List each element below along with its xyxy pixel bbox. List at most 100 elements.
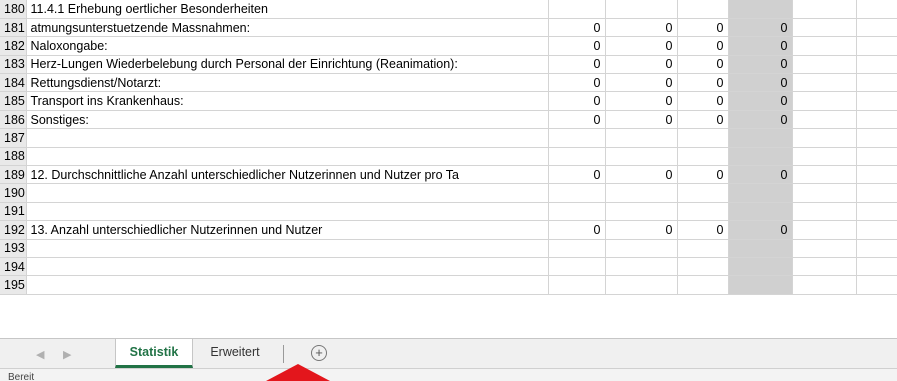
row-number[interactable]: 184 bbox=[0, 73, 27, 93]
label-cell[interactable] bbox=[26, 239, 549, 258]
empty-cell[interactable] bbox=[792, 183, 857, 203]
value-cell[interactable]: 0 bbox=[605, 165, 678, 185]
plus-circle-icon[interactable]: + bbox=[311, 345, 327, 361]
empty-cell[interactable] bbox=[856, 239, 897, 258]
triangle-right-icon[interactable]: ▶ bbox=[63, 348, 71, 361]
value-cell[interactable] bbox=[605, 202, 678, 222]
empty-cell[interactable] bbox=[856, 165, 897, 185]
value-cell[interactable] bbox=[677, 183, 729, 203]
value-cell[interactable] bbox=[677, 239, 729, 258]
value-cell[interactable] bbox=[548, 128, 606, 148]
empty-cell[interactable] bbox=[792, 0, 857, 19]
row-number[interactable]: 180 bbox=[0, 0, 27, 19]
empty-cell[interactable] bbox=[792, 91, 857, 111]
row-number[interactable]: 194 bbox=[0, 257, 27, 277]
label-cell[interactable] bbox=[26, 202, 549, 222]
empty-cell[interactable] bbox=[856, 73, 897, 93]
label-cell[interactable]: Transport ins Krankenhaus: bbox=[26, 91, 549, 111]
row-number[interactable]: 181 bbox=[0, 18, 27, 38]
value-cell[interactable]: 0 bbox=[605, 36, 678, 56]
empty-cell[interactable] bbox=[856, 183, 897, 203]
value-cell[interactable] bbox=[605, 0, 678, 19]
empty-cell[interactable] bbox=[792, 18, 857, 38]
row-number[interactable]: 191 bbox=[0, 202, 27, 222]
value-cell[interactable]: 0 bbox=[677, 73, 729, 93]
row-number[interactable]: 186 bbox=[0, 110, 27, 130]
value-cell[interactable] bbox=[548, 147, 606, 167]
empty-cell[interactable] bbox=[792, 165, 857, 185]
empty-cell[interactable] bbox=[792, 275, 857, 295]
empty-cell[interactable] bbox=[856, 275, 897, 295]
row-number[interactable]: 183 bbox=[0, 55, 27, 75]
empty-cell[interactable] bbox=[792, 257, 857, 277]
label-cell[interactable]: 13. Anzahl unterschiedlicher Nutzerinnen… bbox=[26, 220, 549, 240]
value-cell[interactable]: 0 bbox=[548, 36, 606, 56]
value-cell[interactable] bbox=[728, 239, 793, 258]
row-number[interactable]: 185 bbox=[0, 91, 27, 111]
value-cell[interactable]: 0 bbox=[605, 18, 678, 38]
label-cell[interactable] bbox=[26, 147, 549, 167]
empty-cell[interactable] bbox=[856, 220, 897, 240]
value-cell[interactable] bbox=[605, 183, 678, 203]
label-cell[interactable] bbox=[26, 128, 549, 148]
value-cell[interactable]: 0 bbox=[677, 55, 729, 75]
value-cell[interactable]: 0 bbox=[728, 110, 793, 130]
value-cell[interactable] bbox=[677, 202, 729, 222]
empty-cell[interactable] bbox=[792, 110, 857, 130]
value-cell[interactable] bbox=[605, 147, 678, 167]
empty-cell[interactable] bbox=[792, 239, 857, 258]
value-cell[interactable]: 0 bbox=[548, 55, 606, 75]
value-cell[interactable] bbox=[728, 275, 793, 295]
empty-cell[interactable] bbox=[792, 128, 857, 148]
value-cell[interactable]: 0 bbox=[677, 165, 729, 185]
value-cell[interactable] bbox=[548, 257, 606, 277]
value-cell[interactable] bbox=[728, 257, 793, 277]
value-cell[interactable]: 0 bbox=[605, 73, 678, 93]
value-cell[interactable] bbox=[728, 202, 793, 222]
empty-cell[interactable] bbox=[792, 202, 857, 222]
value-cell[interactable] bbox=[677, 147, 729, 167]
value-cell[interactable]: 0 bbox=[677, 36, 729, 56]
value-cell[interactable] bbox=[677, 128, 729, 148]
triangle-left-icon[interactable]: ◀ bbox=[36, 348, 44, 361]
value-cell[interactable]: 0 bbox=[728, 73, 793, 93]
value-cell[interactable]: 0 bbox=[605, 110, 678, 130]
label-cell[interactable] bbox=[26, 257, 549, 277]
value-cell[interactable] bbox=[605, 239, 678, 258]
row-number[interactable]: 195 bbox=[0, 275, 27, 295]
row-number[interactable]: 192 bbox=[0, 220, 27, 240]
empty-cell[interactable] bbox=[792, 55, 857, 75]
label-cell[interactable]: Sonstiges: bbox=[26, 110, 549, 130]
empty-cell[interactable] bbox=[856, 128, 897, 148]
tab-erweitert[interactable]: Erweitert bbox=[196, 339, 274, 368]
row-number[interactable]: 187 bbox=[0, 128, 27, 148]
label-cell[interactable]: 11.4.1 Erhebung oertlicher Besonderheite… bbox=[26, 0, 549, 19]
row-number[interactable]: 188 bbox=[0, 147, 27, 167]
row-number[interactable]: 189 bbox=[0, 165, 27, 185]
label-cell[interactable] bbox=[26, 183, 549, 203]
value-cell[interactable]: 0 bbox=[548, 220, 606, 240]
value-cell[interactable] bbox=[728, 183, 793, 203]
value-cell[interactable] bbox=[605, 128, 678, 148]
label-cell[interactable]: Herz-Lungen Wiederbelebung durch Persona… bbox=[26, 55, 549, 75]
value-cell[interactable] bbox=[548, 0, 606, 19]
empty-cell[interactable] bbox=[792, 36, 857, 56]
value-cell[interactable]: 0 bbox=[548, 18, 606, 38]
value-cell[interactable]: 0 bbox=[605, 55, 678, 75]
value-cell[interactable]: 0 bbox=[548, 110, 606, 130]
empty-cell[interactable] bbox=[856, 110, 897, 130]
value-cell[interactable] bbox=[728, 147, 793, 167]
label-cell[interactable] bbox=[26, 275, 549, 295]
value-cell[interactable]: 0 bbox=[605, 220, 678, 240]
label-cell[interactable]: Rettungsdienst/Notarzt: bbox=[26, 73, 549, 93]
empty-cell[interactable] bbox=[856, 18, 897, 38]
value-cell[interactable]: 0 bbox=[728, 36, 793, 56]
value-cell[interactable]: 0 bbox=[548, 91, 606, 111]
value-cell[interactable] bbox=[548, 239, 606, 258]
value-cell[interactable]: 0 bbox=[728, 55, 793, 75]
empty-cell[interactable] bbox=[856, 0, 897, 19]
value-cell[interactable]: 0 bbox=[677, 18, 729, 38]
empty-cell[interactable] bbox=[856, 36, 897, 56]
value-cell[interactable]: 0 bbox=[728, 165, 793, 185]
empty-cell[interactable] bbox=[856, 202, 897, 222]
